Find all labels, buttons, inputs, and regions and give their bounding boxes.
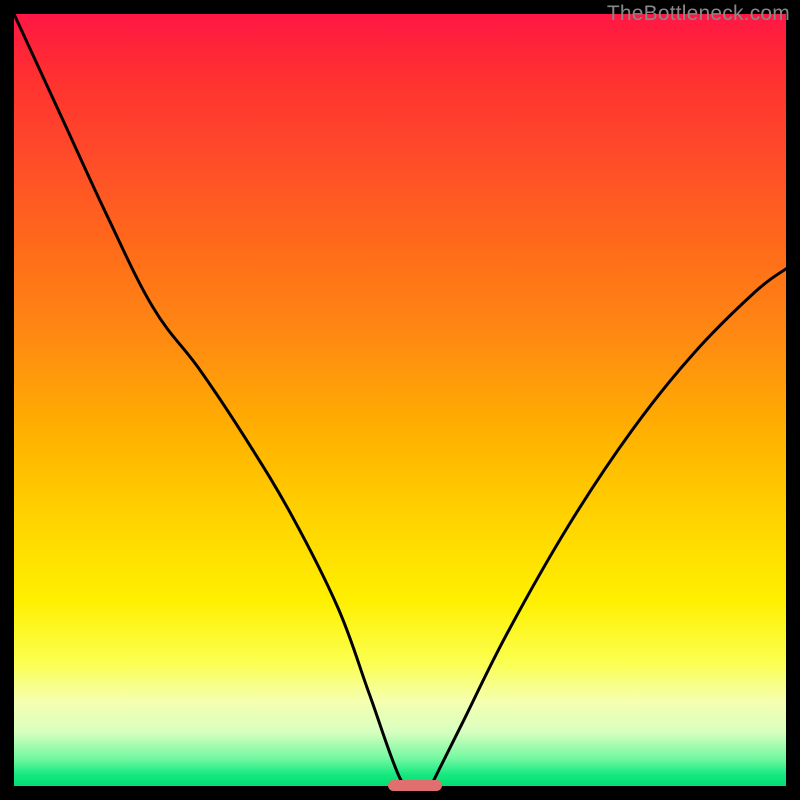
plot-area (14, 14, 786, 786)
bottleneck-curve (14, 14, 786, 786)
left-curve-path (14, 14, 415, 786)
chart-frame: TheBottleneck.com (0, 0, 800, 800)
bottleneck-marker (388, 780, 442, 791)
right-curve-path (431, 269, 786, 786)
watermark-text: TheBottleneck.com (607, 2, 790, 26)
